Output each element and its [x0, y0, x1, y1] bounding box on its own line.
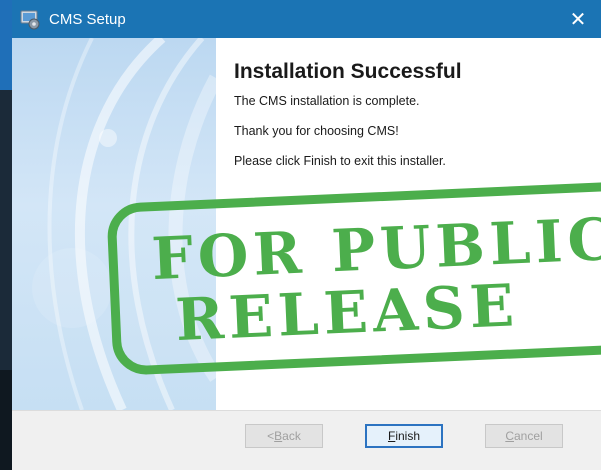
cancel-accelerator: C: [505, 429, 514, 443]
finish-label: inish: [395, 429, 421, 443]
finish-accelerator: F: [387, 429, 396, 443]
close-icon: ✕: [569, 8, 587, 31]
release-watermark-stamp: FOR PUBLIC RELEASE: [106, 180, 601, 376]
thank-you-message: Thank you for choosing CMS!: [234, 124, 399, 138]
finish-instruction: Please click Finish to exit this install…: [234, 154, 446, 168]
button-bar: < Back Finish Cancel: [12, 410, 601, 470]
back-prefix: <: [267, 429, 275, 443]
back-label: ack: [282, 429, 301, 443]
window-title: CMS Setup: [49, 10, 126, 28]
desktop-edge-dark: [0, 370, 12, 470]
installer-icon: [19, 8, 41, 30]
page-title: Installation Successful: [234, 60, 462, 83]
desktop-background-edge: [0, 0, 12, 470]
back-accelerator: B: [274, 429, 283, 443]
close-button[interactable]: ✕: [555, 0, 601, 38]
cancel-label: ancel: [513, 429, 543, 443]
completion-message: The CMS installation is complete.: [234, 94, 420, 108]
title-bar: CMS Setup ✕: [12, 0, 601, 38]
finish-button[interactable]: Finish: [365, 424, 443, 448]
desktop-edge-blue: [0, 0, 12, 90]
back-button[interactable]: < Back: [245, 424, 323, 448]
cancel-button[interactable]: Cancel: [485, 424, 563, 448]
